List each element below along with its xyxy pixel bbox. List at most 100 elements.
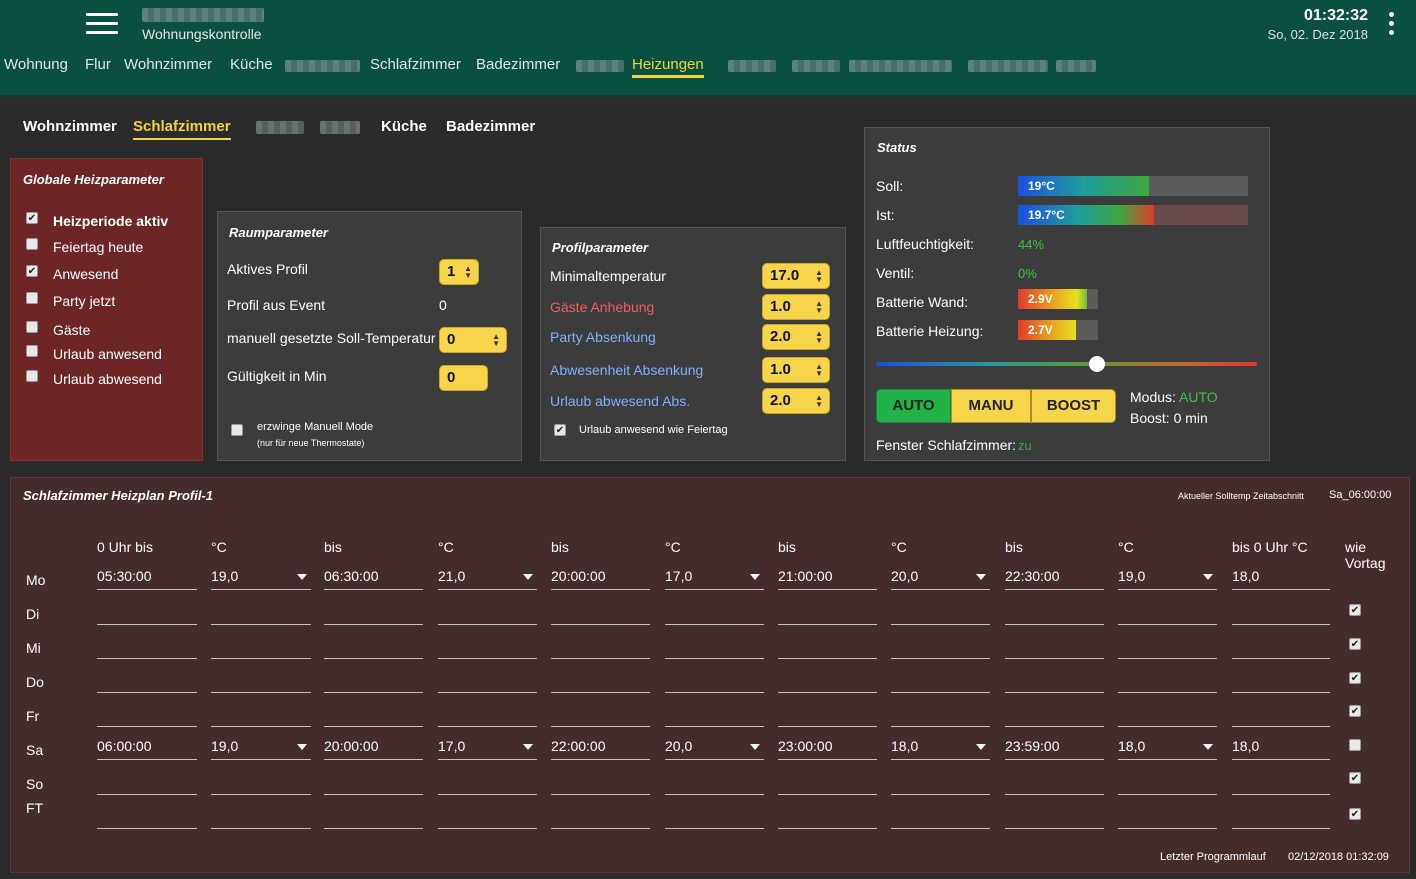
- plan-temp-select[interactable]: [211, 703, 311, 727]
- same-as-previous-day-checkbox[interactable]: ✔: [1349, 638, 1361, 650]
- plan-temp-select[interactable]: 19,0: [1118, 566, 1217, 590]
- profile-param-select[interactable]: 1.0 ▲ ▼: [762, 294, 830, 320]
- plan-time-input[interactable]: [778, 805, 877, 829]
- profile-param-select[interactable]: 1.0 ▲ ▼: [762, 357, 830, 383]
- plan-temp-select[interactable]: [665, 669, 764, 693]
- nav-tab-heizungen[interactable]: Heizungen: [632, 56, 704, 78]
- same-as-previous-day-checkbox[interactable]: ✔: [1349, 604, 1361, 616]
- temperature-slider-track[interactable]: [876, 362, 1257, 366]
- plan-time-input[interactable]: [551, 805, 650, 829]
- profile-param-select[interactable]: 2.0 ▲ ▼: [762, 324, 830, 350]
- plan-temp-select[interactable]: [1118, 601, 1217, 625]
- plan-temp-select[interactable]: [891, 805, 990, 829]
- plan-time-input[interactable]: [1232, 601, 1330, 625]
- hamburger-menu-icon[interactable]: [86, 13, 118, 37]
- plan-temp-select[interactable]: [891, 601, 990, 625]
- global-param-checkbox[interactable]: [26, 370, 38, 382]
- active-profile-select[interactable]: 1 ▲ ▼: [439, 259, 479, 285]
- plan-temp-select[interactable]: [438, 635, 537, 659]
- plan-time-input[interactable]: 20:00:00: [551, 566, 650, 590]
- mode-boost-button[interactable]: BOOST: [1031, 389, 1116, 423]
- plan-temp-select[interactable]: [438, 805, 537, 829]
- plan-temp-select[interactable]: 17,0: [665, 566, 764, 590]
- plan-time-input[interactable]: [1232, 635, 1330, 659]
- profile-param-select[interactable]: 2.0 ▲ ▼: [762, 388, 830, 414]
- plan-time-input[interactable]: [1005, 601, 1104, 625]
- plan-time-input[interactable]: 18,0: [1232, 736, 1330, 760]
- room-tab-badezimmer[interactable]: Badezimmer: [446, 118, 535, 135]
- plan-temp-select[interactable]: [211, 601, 311, 625]
- plan-time-input[interactable]: 18,0: [1232, 566, 1330, 590]
- plan-time-input[interactable]: [1005, 669, 1104, 693]
- plan-time-input[interactable]: 22:30:00: [1005, 566, 1104, 590]
- plan-time-input[interactable]: [324, 805, 423, 829]
- plan-temp-select[interactable]: [211, 635, 311, 659]
- redacted-nav-tab[interactable]: [728, 60, 776, 72]
- plan-temp-select[interactable]: 21,0: [438, 566, 537, 590]
- holiday-checkbox[interactable]: ✔: [554, 424, 566, 436]
- plan-temp-select[interactable]: [891, 703, 990, 727]
- plan-time-input[interactable]: [324, 703, 423, 727]
- plan-temp-select[interactable]: [665, 771, 764, 795]
- plan-time-input[interactable]: [551, 669, 650, 693]
- plan-time-input[interactable]: [1005, 771, 1104, 795]
- mode-auto-button[interactable]: AUTO: [876, 389, 951, 423]
- plan-time-input[interactable]: [97, 805, 197, 829]
- plan-temp-select[interactable]: 19,0: [211, 736, 311, 760]
- plan-time-input[interactable]: [324, 771, 423, 795]
- nav-tab-flur[interactable]: Flur: [85, 56, 111, 73]
- plan-time-input[interactable]: [551, 635, 650, 659]
- global-param-checkbox[interactable]: [26, 345, 38, 357]
- plan-temp-select[interactable]: [1118, 669, 1217, 693]
- plan-temp-select[interactable]: [211, 771, 311, 795]
- plan-temp-select[interactable]: [891, 669, 990, 693]
- force-manual-checkbox[interactable]: [231, 424, 243, 436]
- plan-time-input[interactable]: [1005, 703, 1104, 727]
- nav-tab-schlafzimmer[interactable]: Schlafzimmer: [370, 56, 461, 73]
- plan-time-input[interactable]: 06:30:00: [324, 566, 423, 590]
- plan-temp-select[interactable]: 17,0: [438, 736, 537, 760]
- validity-input[interactable]: 0: [439, 365, 488, 391]
- manual-temp-select[interactable]: 0 ▲ ▼: [439, 327, 507, 353]
- plan-time-input[interactable]: 20:00:00: [324, 736, 423, 760]
- plan-temp-select[interactable]: [891, 635, 990, 659]
- plan-time-input[interactable]: [97, 703, 197, 727]
- mode-manu-button[interactable]: MANU: [951, 389, 1031, 423]
- global-param-checkbox[interactable]: [26, 321, 38, 333]
- plan-time-input[interactable]: [551, 771, 650, 795]
- plan-time-input[interactable]: [324, 601, 423, 625]
- plan-temp-select[interactable]: [1118, 635, 1217, 659]
- nav-tab-wohnzimmer[interactable]: Wohnzimmer: [124, 56, 212, 73]
- same-as-previous-day-checkbox[interactable]: [1349, 739, 1361, 751]
- plan-time-input[interactable]: [778, 703, 877, 727]
- plan-temp-select[interactable]: 18,0: [1118, 736, 1217, 760]
- plan-temp-select[interactable]: [211, 805, 311, 829]
- plan-temp-select[interactable]: 19,0: [211, 566, 311, 590]
- nav-tab-badezimmer[interactable]: Badezimmer: [476, 56, 560, 73]
- plan-time-input[interactable]: [97, 669, 197, 693]
- plan-time-input[interactable]: [1232, 805, 1330, 829]
- nav-tab-kueche[interactable]: Küche: [230, 56, 273, 73]
- plan-time-input[interactable]: [97, 635, 197, 659]
- plan-temp-select[interactable]: [438, 771, 537, 795]
- plan-time-input[interactable]: [1232, 669, 1330, 693]
- plan-time-input[interactable]: 21:00:00: [778, 566, 877, 590]
- global-param-checkbox[interactable]: [26, 292, 38, 304]
- redacted-nav-tab[interactable]: [1056, 60, 1096, 72]
- plan-time-input[interactable]: 05:30:00: [97, 566, 197, 590]
- redacted-nav-tab[interactable]: [849, 60, 952, 72]
- plan-time-input[interactable]: 23:59:00: [1005, 736, 1104, 760]
- same-as-previous-day-checkbox[interactable]: ✔: [1349, 772, 1361, 784]
- plan-temp-select[interactable]: [665, 703, 764, 727]
- plan-time-input[interactable]: [1232, 703, 1330, 727]
- room-tab-wohnzimmer[interactable]: Wohnzimmer: [23, 118, 117, 135]
- plan-time-input[interactable]: [551, 703, 650, 727]
- plan-time-input[interactable]: [1005, 635, 1104, 659]
- plan-temp-select[interactable]: [665, 601, 764, 625]
- same-as-previous-day-checkbox[interactable]: ✔: [1349, 808, 1361, 820]
- same-as-previous-day-checkbox[interactable]: ✔: [1349, 705, 1361, 717]
- room-tab-kueche[interactable]: Küche: [381, 118, 427, 135]
- global-param-checkbox[interactable]: ✔: [26, 212, 38, 224]
- plan-time-input[interactable]: [97, 771, 197, 795]
- plan-time-input[interactable]: [1232, 771, 1330, 795]
